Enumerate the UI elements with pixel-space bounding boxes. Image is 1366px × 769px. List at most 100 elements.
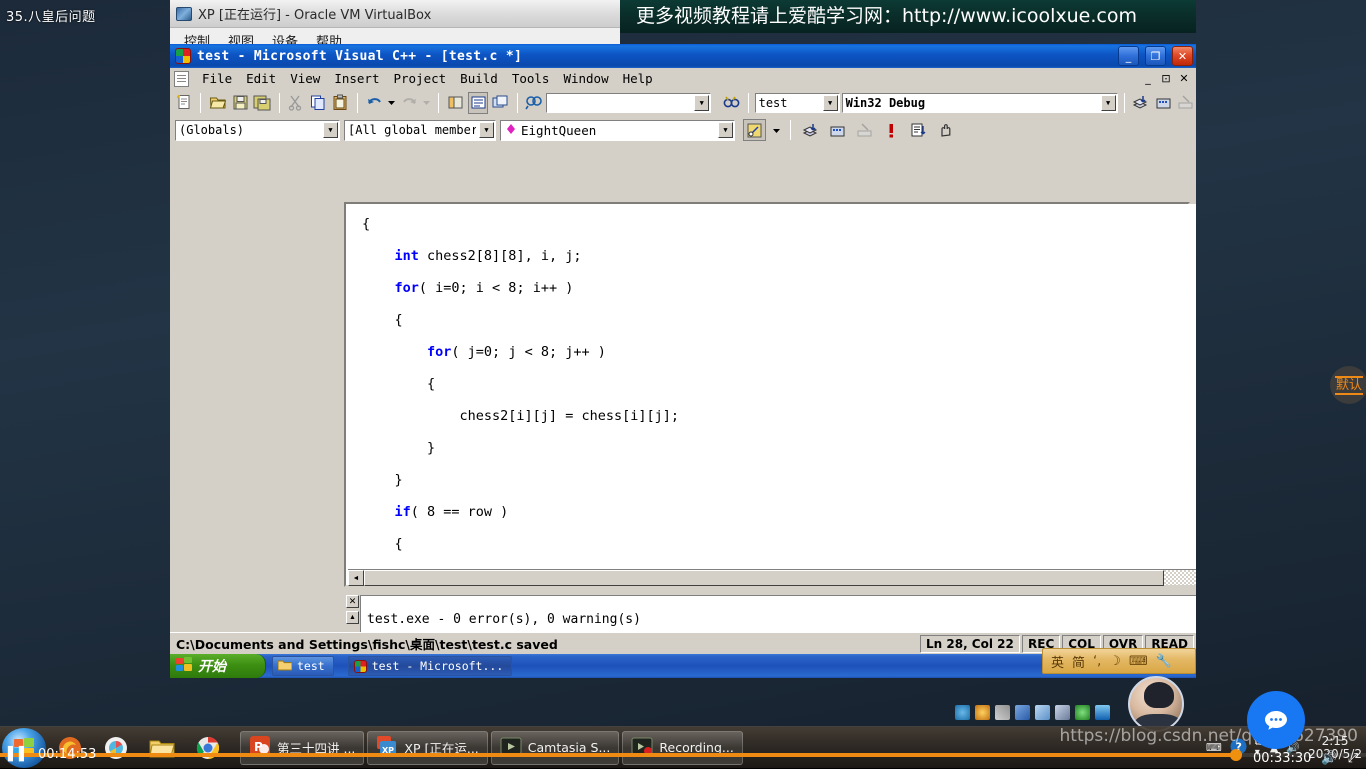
document-icon — [174, 70, 189, 87]
xp-task-visual-cpp[interactable]: test - Microsoft... — [347, 656, 513, 676]
chevron-down-icon[interactable]: ▼ — [1100, 94, 1116, 111]
undo-icon[interactable] — [364, 92, 384, 114]
window-list-icon[interactable] — [490, 92, 510, 114]
undo-dropdown-icon[interactable] — [387, 92, 398, 114]
chevron-down-icon[interactable]: ▼ — [479, 121, 494, 138]
new-file-icon[interactable] — [174, 92, 194, 114]
minimize-button[interactable]: _ — [1118, 46, 1139, 66]
ime-toolbar[interactable]: 英 简 ʻ, ☽ ⌨ 🔧 — [1042, 648, 1196, 674]
record-icon[interactable] — [975, 705, 990, 720]
desktop-icon-strip — [955, 705, 1110, 720]
redo-dropdown-icon[interactable] — [422, 92, 433, 114]
globals-combo[interactable]: (Globals) ▼ — [175, 119, 340, 141]
save-all-icon[interactable] — [252, 92, 272, 114]
workspace-icon[interactable] — [445, 92, 465, 114]
source-code[interactable]: { int chess2[8][8], i, j; for( i=0; i < … — [362, 208, 752, 585]
folder-icon — [277, 659, 293, 674]
code-line: for( j=0; j < 8; j++ ) — [427, 344, 606, 360]
members-combo[interactable]: [All global members] ▼ — [344, 119, 496, 141]
promo-banner: 更多视频教程请上爱酷学习网：http://www.icoolxue.com — [620, 0, 1196, 33]
find-in-files-icon[interactable] — [524, 92, 544, 114]
stop-build-icon[interactable] — [853, 119, 876, 141]
punctuation-icon[interactable]: ʻ, — [1093, 654, 1101, 669]
folder-blue-icon[interactable] — [1035, 705, 1050, 720]
chevron-down-icon[interactable]: ▼ — [694, 94, 710, 111]
close-button[interactable]: ✕ — [1172, 46, 1193, 66]
vc-icon — [353, 659, 367, 673]
chevron-down-icon[interactable]: ▼ — [718, 121, 733, 138]
hand-icon[interactable] — [934, 119, 957, 141]
cut-icon[interactable] — [286, 92, 306, 114]
config-combo[interactable]: Win32 Debug ▼ — [841, 92, 1118, 113]
compile-icon[interactable] — [799, 119, 822, 141]
chevron-down-icon[interactable]: ▼ — [822, 94, 838, 111]
video-player-controls: ▌▌ 00:14:53 — [0, 740, 1366, 768]
video-player-right-controls: 00:33:30 🔊 ⤢ — [1253, 751, 1358, 766]
go-icon[interactable] — [907, 119, 930, 141]
code-line: { — [362, 376, 436, 392]
find-combo[interactable]: ▼ — [546, 92, 712, 113]
pause-icon[interactable]: ▌▌ — [8, 747, 30, 762]
ime-mode-label[interactable]: 简 — [1072, 652, 1085, 671]
xp-start-button[interactable]: 开始 — [170, 654, 266, 678]
stop-build-icon[interactable] — [1176, 92, 1196, 114]
xp-task-label: test - Microsoft... — [371, 659, 504, 673]
fullscreen-icon[interactable]: ⤢ — [1348, 751, 1358, 766]
quality-default-button[interactable]: 默认 — [1330, 366, 1366, 404]
scroll-left-icon[interactable]: ◄ — [348, 570, 364, 586]
menu-project[interactable]: Project — [386, 69, 453, 88]
globe-icon[interactable] — [1075, 705, 1090, 720]
menu-view[interactable]: View — [283, 69, 327, 88]
compile-icon[interactable] — [1131, 92, 1151, 114]
moon-icon[interactable]: ☽ — [1109, 654, 1121, 669]
code-line: } — [362, 440, 436, 456]
settings-wrench-icon[interactable]: 🔧 — [1156, 654, 1172, 669]
menu-insert[interactable]: Insert — [327, 69, 386, 88]
menu-build[interactable]: Build — [453, 69, 505, 88]
build-icon[interactable] — [1153, 92, 1173, 114]
output-close-icon[interactable]: ✕ — [346, 595, 359, 608]
code-editor[interactable]: { int chess2[8][8], i, j; for( i=0; i < … — [348, 204, 1196, 585]
save-icon[interactable] — [230, 92, 250, 114]
menu-window[interactable]: Window — [556, 69, 615, 88]
menu-tools[interactable]: Tools — [505, 69, 557, 88]
find-binoculars-icon[interactable] — [721, 92, 741, 114]
menu-help[interactable]: Help — [616, 69, 660, 88]
chat-bubble-icon[interactable] — [1247, 691, 1305, 749]
windows-tile-icon[interactable] — [1015, 705, 1030, 720]
project-combo[interactable]: test ▼ — [754, 92, 840, 113]
build-icon[interactable] — [826, 119, 849, 141]
editor-horizontal-scrollbar[interactable]: ◄ ► — [348, 569, 1196, 586]
mdi-minimize-button[interactable]: _ — [1140, 71, 1156, 86]
ime-language-label[interactable]: 英 — [1051, 652, 1064, 671]
chevron-down-icon[interactable]: ▼ — [323, 121, 338, 138]
disc-icon[interactable] — [955, 705, 970, 720]
open-file-icon[interactable] — [207, 92, 227, 114]
mdi-restore-button[interactable]: ⊡ — [1158, 71, 1174, 86]
copy-icon[interactable] — [308, 92, 328, 114]
media-icon[interactable] — [1055, 705, 1070, 720]
pen-icon[interactable] — [995, 705, 1010, 720]
xp-task-test-folder[interactable]: test — [272, 656, 334, 676]
menu-edit[interactable]: Edit — [239, 69, 283, 88]
mdi-window-buttons: _ ⊡ ✕ — [1140, 71, 1192, 86]
insert-breakpoint-icon[interactable] — [880, 119, 903, 141]
soft-keyboard-icon[interactable]: ⌨ — [1129, 654, 1148, 669]
restore-button[interactable]: ❐ — [1145, 46, 1166, 66]
wizardbar-dropdown-icon[interactable] — [770, 119, 782, 141]
code-line: for( i=0; i < 8; i++ ) — [394, 280, 574, 296]
wizardbar-action-icon[interactable] — [743, 119, 766, 141]
mdi-close-button[interactable]: ✕ — [1176, 71, 1192, 86]
output-window-icon[interactable] — [467, 91, 489, 114]
volume-icon[interactable]: 🔊 — [1321, 751, 1337, 766]
function-combo[interactable]: EightQueen ▼ — [500, 119, 735, 141]
xp-guest-screen: test - Microsoft Visual C++ - [test.c *]… — [170, 44, 1196, 678]
windows-flag-icon — [176, 656, 193, 676]
download-icon[interactable] — [1095, 705, 1110, 720]
redo-icon[interactable] — [399, 92, 419, 114]
horizontal-scroll-thumb[interactable] — [364, 570, 1164, 586]
output-scroll-up-icon[interactable]: ▲ — [346, 611, 359, 624]
paste-icon[interactable] — [331, 92, 351, 114]
toolbar-separator — [790, 120, 791, 140]
menu-file[interactable]: File — [195, 69, 239, 88]
